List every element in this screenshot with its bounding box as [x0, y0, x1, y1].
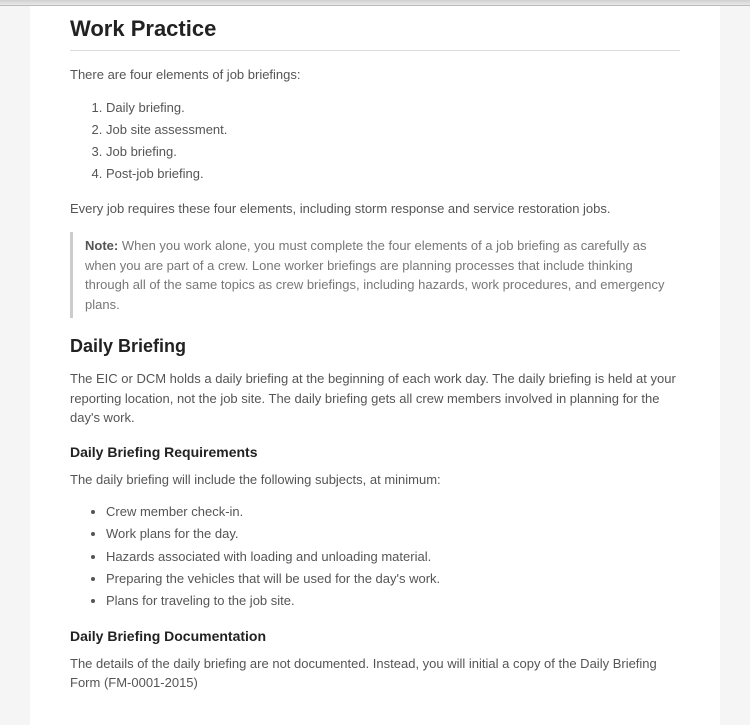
- list-item: Job site assessment.: [106, 119, 680, 141]
- list-item: Crew member check-in.: [106, 501, 680, 523]
- every-job-paragraph: Every job requires these four elements, …: [70, 199, 680, 219]
- document-page: Work Practice There are four elements of…: [30, 6, 720, 725]
- documentation-heading: Daily Briefing Documentation: [70, 628, 680, 644]
- documentation-text: The details of the daily briefing are no…: [70, 654, 680, 693]
- daily-briefing-text: The EIC or DCM holds a daily briefing at…: [70, 369, 680, 428]
- requirements-list: Crew member check-in. Work plans for the…: [106, 501, 680, 611]
- page-title: Work Practice: [70, 16, 680, 51]
- list-item: Hazards associated with loading and unlo…: [106, 546, 680, 568]
- note-text: When you work alone, you must complete t…: [85, 238, 665, 312]
- daily-briefing-heading: Daily Briefing: [70, 336, 680, 357]
- elements-list: Daily briefing. Job site assessment. Job…: [106, 97, 680, 185]
- note-label: Note:: [85, 238, 118, 253]
- intro-paragraph: There are four elements of job briefings…: [70, 65, 680, 85]
- list-item: Job briefing.: [106, 141, 680, 163]
- list-item: Preparing the vehicles that will be used…: [106, 568, 680, 590]
- list-item: Post-job briefing.: [106, 163, 680, 185]
- list-item: Work plans for the day.: [106, 523, 680, 545]
- requirements-intro: The daily briefing will include the foll…: [70, 470, 680, 490]
- list-item: Plans for traveling to the job site.: [106, 590, 680, 612]
- list-item: Daily briefing.: [106, 97, 680, 119]
- note-block: Note: When you work alone, you must comp…: [70, 232, 680, 318]
- requirements-heading: Daily Briefing Requirements: [70, 444, 680, 460]
